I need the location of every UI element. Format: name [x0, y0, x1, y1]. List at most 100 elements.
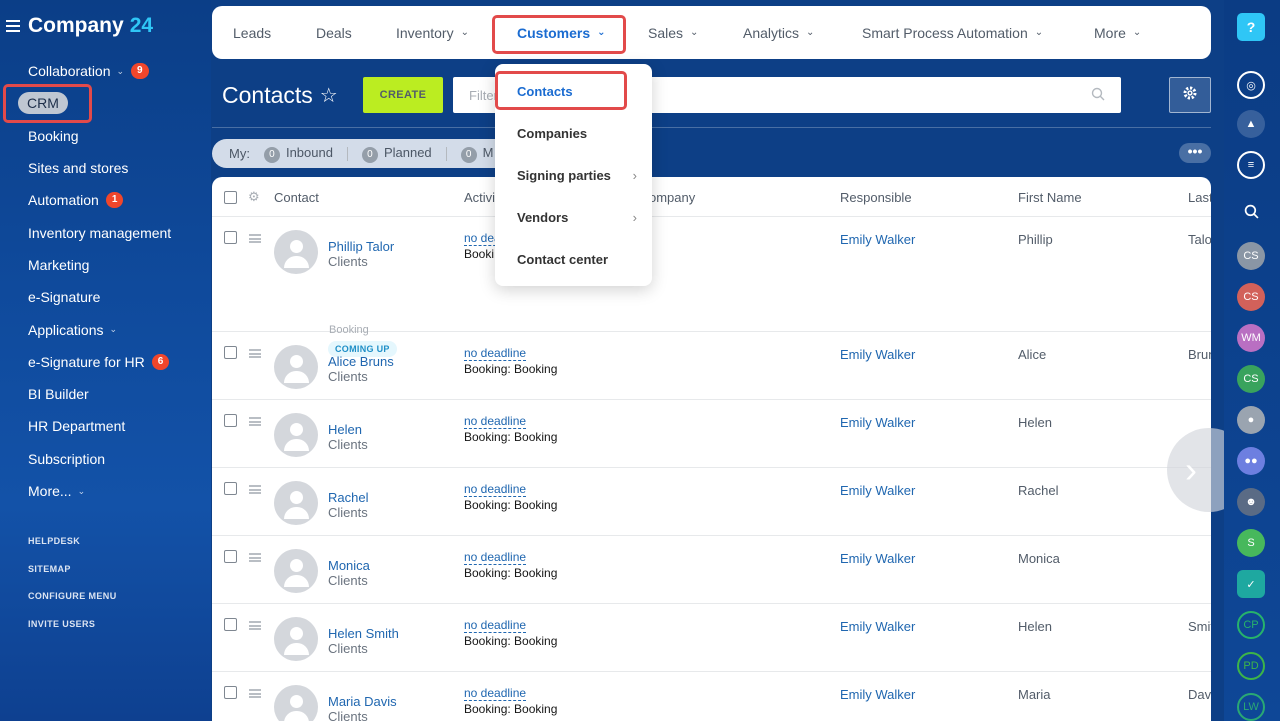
tab-analytics[interactable]: Analytics ⌄: [743, 6, 814, 59]
drag-handle-icon[interactable]: [249, 621, 261, 630]
contact-name-link[interactable]: Maria Davis: [328, 694, 397, 709]
more-options-button[interactable]: •••: [1179, 143, 1211, 163]
avatar[interactable]: S: [1237, 529, 1265, 557]
search-icon[interactable]: [1237, 197, 1265, 225]
sidebar-item-collaboration[interactable]: Collaboration ⌄ 9: [0, 55, 211, 87]
responsible-link[interactable]: Emily Walker: [840, 232, 915, 247]
avatar[interactable]: PD: [1237, 652, 1265, 680]
contact-name-link[interactable]: Alice Bruns: [328, 354, 394, 369]
activity-deadline-link[interactable]: no deadline: [464, 551, 527, 565]
sidebar-item-automation[interactable]: Automation 1: [0, 184, 211, 216]
contact-name-link[interactable]: Rachel: [328, 490, 368, 505]
activity-deadline-link[interactable]: no deadline: [464, 415, 527, 429]
tab-leads[interactable]: Leads: [233, 6, 271, 59]
row-checkbox[interactable]: [224, 346, 237, 359]
activity-deadline-link[interactable]: no deadline: [464, 687, 527, 701]
sitemap-link[interactable]: SITEMAP: [28, 564, 117, 592]
table-row[interactable]: Alice Bruns Clients no deadline Booking:…: [212, 332, 1211, 400]
column-header-company[interactable]: ompany: [649, 190, 695, 205]
drag-handle-icon[interactable]: [249, 689, 261, 698]
sidebar-item-subscription[interactable]: Subscription: [0, 443, 211, 475]
sidebar-item-more[interactable]: More... ⌄: [0, 475, 211, 507]
logo[interactable]: Company 24: [6, 14, 153, 38]
row-checkbox[interactable]: [224, 686, 237, 699]
sidebar-item-hr-department[interactable]: HR Department: [0, 410, 211, 442]
sidebar-item-sites-and-stores[interactable]: Sites and stores: [0, 152, 211, 184]
activity-deadline-link[interactable]: no deadline: [464, 483, 527, 497]
sidebar-item-applications[interactable]: Applications ⌄: [0, 313, 211, 345]
tab-more[interactable]: More ⌄: [1094, 6, 1141, 59]
responsible-link[interactable]: Emily Walker: [840, 687, 915, 702]
counter-planned[interactable]: 0 Planned: [361, 145, 432, 163]
tab-inventory[interactable]: Inventory ⌄: [396, 6, 469, 59]
table-row[interactable]: Rachel Clients no deadline Booking: Book…: [212, 468, 1211, 536]
activity-deadline-link[interactable]: no deadline: [464, 619, 527, 633]
contact-name-link[interactable]: Helen: [328, 422, 362, 437]
contact-name-link[interactable]: Phillip Talor: [328, 239, 394, 254]
invite-users-link[interactable]: INVITE USERS: [28, 619, 117, 647]
sidebar-item-e-signature-hr[interactable]: e-Signature for HR 6: [0, 346, 211, 378]
drag-handle-icon[interactable]: [249, 485, 261, 494]
gear-icon[interactable]: ⚙: [248, 189, 260, 205]
avatar[interactable]: CS: [1237, 283, 1265, 311]
sidebar-item-inventory-management[interactable]: Inventory management: [0, 216, 211, 248]
table-row[interactable]: Helen Smith Clients no deadline Booking:…: [212, 604, 1211, 672]
responsible-link[interactable]: Emily Walker: [840, 347, 915, 362]
avatar[interactable]: CS: [1237, 365, 1265, 393]
responsible-link[interactable]: Emily Walker: [840, 551, 915, 566]
configure-menu-link[interactable]: CONFIGURE MENU: [28, 591, 117, 619]
responsible-link[interactable]: Emily Walker: [840, 483, 915, 498]
tab-smart-process-automation[interactable]: Smart Process Automation ⌄: [862, 6, 1043, 59]
copilot-icon[interactable]: ◎: [1237, 71, 1265, 99]
avatar[interactable]: CP: [1237, 611, 1265, 639]
drag-handle-icon[interactable]: [249, 349, 261, 358]
contact-name-link[interactable]: Helen Smith: [328, 626, 399, 641]
sidebar-item-e-signature[interactable]: e-Signature: [0, 281, 211, 313]
group-icon[interactable]: ●●: [1237, 447, 1265, 475]
row-checkbox[interactable]: [224, 482, 237, 495]
column-header-activity[interactable]: Activi: [464, 190, 495, 205]
counter-more[interactable]: 0M: [460, 145, 494, 163]
column-header-contact[interactable]: Contact: [274, 190, 319, 205]
avatar[interactable]: WM: [1237, 324, 1265, 352]
menu-item-signing-parties[interactable]: Signing parties ›: [517, 168, 637, 183]
bell-icon[interactable]: ▲: [1237, 110, 1265, 138]
tab-sales[interactable]: Sales ⌄: [648, 6, 698, 59]
menu-item-contact-center[interactable]: Contact center: [517, 252, 637, 267]
avatar[interactable]: LW: [1237, 693, 1265, 721]
drag-handle-icon[interactable]: [249, 417, 261, 426]
drag-handle-icon[interactable]: [249, 234, 261, 243]
responsible-link[interactable]: Emily Walker: [840, 415, 915, 430]
sidebar-item-marketing[interactable]: Marketing: [0, 249, 211, 281]
row-checkbox[interactable]: [224, 550, 237, 563]
menu-item-vendors[interactable]: Vendors ›: [517, 210, 637, 225]
sidebar-item-booking[interactable]: Booking: [0, 120, 211, 152]
table-row[interactable]: Helen Clients no deadline Booking: Booki…: [212, 400, 1211, 468]
create-button[interactable]: CREATE: [363, 77, 443, 113]
photo-avatar[interactable]: ☻: [1237, 488, 1265, 516]
responsible-link[interactable]: Emily Walker: [840, 619, 915, 634]
row-checkbox[interactable]: [224, 618, 237, 631]
row-checkbox[interactable]: [224, 231, 237, 244]
row-checkbox[interactable]: [224, 414, 237, 427]
search-icon[interactable]: [1091, 87, 1105, 104]
help-icon[interactable]: ?: [1237, 13, 1265, 41]
column-header-responsible[interactable]: Responsible: [840, 190, 912, 205]
table-row[interactable]: Monica Clients no deadline Booking: Book…: [212, 536, 1211, 604]
settings-button[interactable]: [1169, 77, 1211, 113]
task-icon[interactable]: ✓: [1237, 570, 1265, 598]
star-icon[interactable]: ☆: [320, 83, 338, 108]
activity-deadline-link[interactable]: no deadline: [464, 347, 527, 361]
cat-avatar-icon[interactable]: ●: [1237, 406, 1265, 434]
tab-deals[interactable]: Deals: [316, 6, 352, 59]
select-all-checkbox[interactable]: [224, 191, 237, 204]
menu-icon[interactable]: [6, 20, 20, 32]
drag-handle-icon[interactable]: [249, 553, 261, 562]
counter-inbound[interactable]: 0 Inbound: [263, 145, 333, 163]
chat-icon[interactable]: ≡: [1237, 151, 1265, 179]
contact-name-link[interactable]: Monica: [328, 558, 370, 573]
column-header-first-name[interactable]: First Name: [1018, 190, 1082, 205]
avatar[interactable]: CS: [1237, 242, 1265, 270]
table-row[interactable]: Maria Davis Clients no deadline Booking:…: [212, 672, 1211, 721]
menu-item-companies[interactable]: Companies: [517, 126, 637, 141]
